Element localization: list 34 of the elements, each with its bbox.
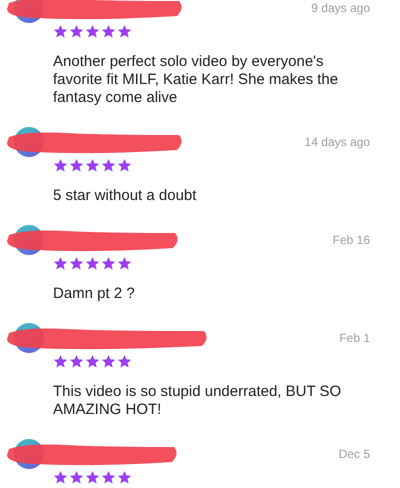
- star-icon: [101, 256, 116, 271]
- star-icon: [53, 354, 68, 369]
- star-icon: [85, 354, 100, 369]
- star-icon: [85, 470, 100, 485]
- star-icon: [101, 354, 116, 369]
- review-date: 14 days ago: [304, 135, 370, 149]
- review-text: This video is so stupid underrated, BUT SO AMAZING HOT!: [53, 383, 342, 419]
- star-icon: [53, 256, 68, 271]
- star-icon: [69, 470, 84, 485]
- star-icon: [85, 24, 100, 39]
- star-icon: [53, 24, 68, 39]
- star-icon: [85, 158, 100, 173]
- review-date: 9 days ago: [311, 1, 370, 15]
- star-icon: [117, 24, 132, 39]
- star-icon: [85, 256, 100, 271]
- star-icon: [101, 24, 116, 39]
- star-icon: [69, 256, 84, 271]
- review-text: Damn pt 2 ?: [53, 285, 136, 303]
- review-date: Dec 5: [338, 447, 370, 461]
- star-icon: [117, 470, 132, 485]
- star-icon: [101, 470, 116, 485]
- star-icon: [101, 158, 116, 173]
- star-icon: [53, 470, 68, 485]
- star-icon: [117, 158, 132, 173]
- star-icon: [69, 354, 84, 369]
- star-icon: [117, 256, 132, 271]
- star-icon: [117, 354, 132, 369]
- review-text: Another perfect solo video by everyone's favorite fit MILF, Katie Karr! She makes the fantasy come alive: [53, 53, 340, 107]
- review-date: Feb 16: [332, 233, 370, 247]
- star-icon: [69, 158, 84, 173]
- review-text: 5 star without a doubt: [53, 187, 198, 205]
- review-date: Feb 1: [339, 331, 370, 345]
- star-icon: [69, 24, 84, 39]
- star-icon: [53, 158, 68, 173]
